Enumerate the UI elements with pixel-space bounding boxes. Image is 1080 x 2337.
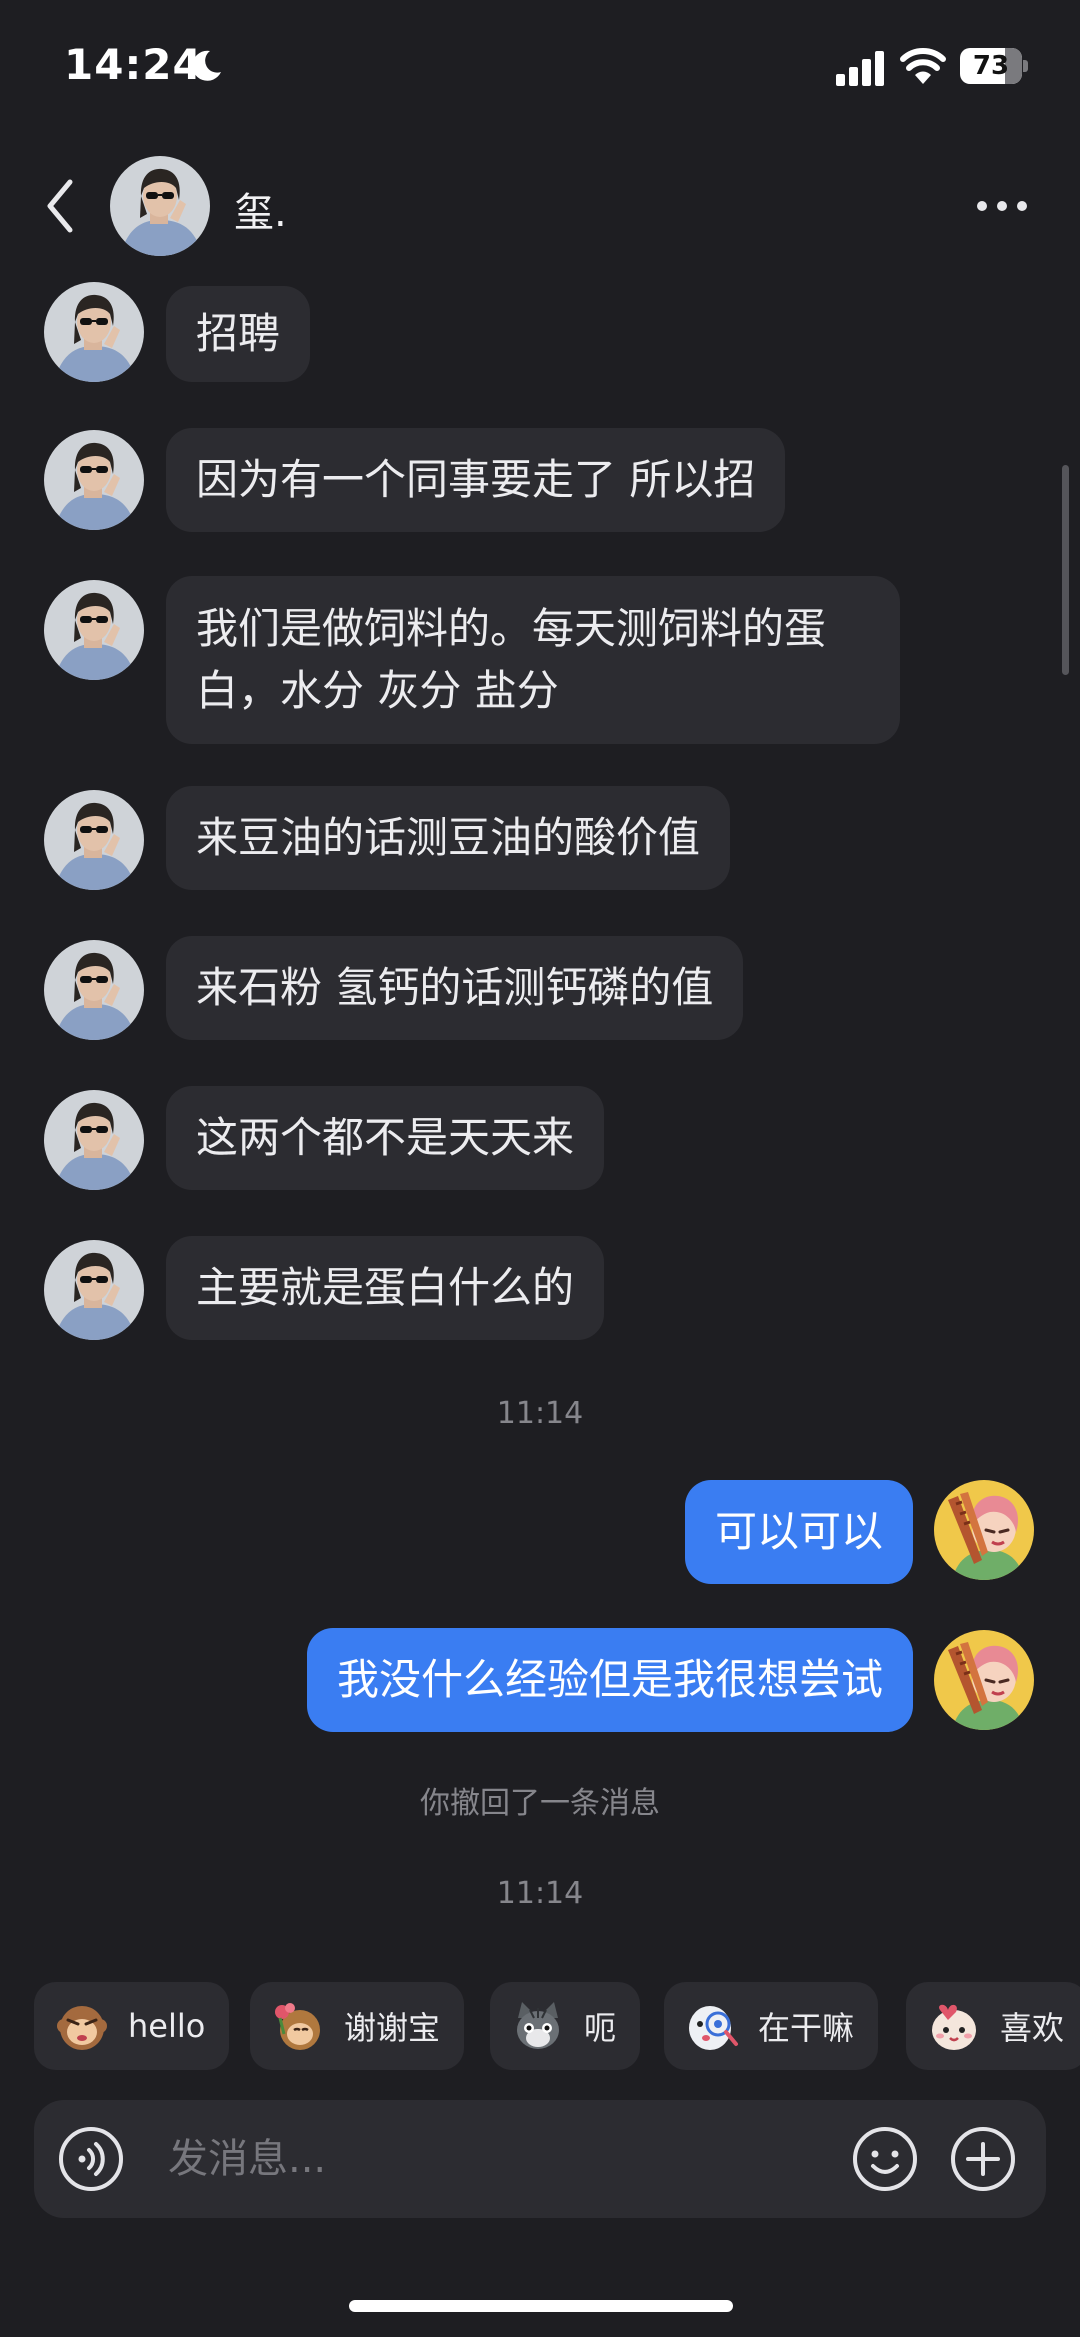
message-bubble-sent[interactable]: 我没什么经验但是我很想尝试	[306, 1628, 913, 1732]
status-bar: 14:24 73	[0, 0, 1080, 130]
quick-reply-label: 喜欢	[1000, 2009, 1065, 2047]
quick-reply-chip[interactable]: 喜欢	[906, 1982, 1080, 2070]
message-composer	[34, 2100, 1046, 2218]
quick-reply-label: 呃	[584, 2009, 617, 2047]
love-emoji-icon	[932, 2004, 976, 2050]
quick-reply-label: 谢谢宝	[344, 2009, 441, 2047]
recalled-message-note: 你撤回了一条消息	[420, 1786, 660, 1821]
message-bubble[interactable]: 来石粉 氢钙的话测钙磷的值	[166, 936, 744, 1040]
message-input[interactable]	[168, 2124, 848, 2194]
monkey-emoji-icon	[57, 2006, 107, 2050]
quick-reply-chip[interactable]: 谢谢宝	[250, 1982, 465, 2070]
thanks-emoji-icon	[275, 2003, 320, 2050]
back-icon[interactable]	[36, 176, 88, 236]
moon-icon	[192, 50, 221, 81]
cat-emoji-icon	[517, 2002, 559, 2049]
quick-reply-chip[interactable]: 呃	[490, 1982, 641, 2070]
quick-reply-label: hello	[128, 2007, 206, 2045]
status-time: 14:24	[64, 40, 203, 89]
quick-reply-label: 在干嘛	[758, 2009, 855, 2047]
contact-avatar[interactable]	[44, 790, 144, 890]
message-bubble-sent[interactable]: 可以可以	[684, 1480, 913, 1584]
self-avatar[interactable]	[934, 1630, 1034, 1730]
peek-emoji-icon	[689, 2006, 738, 2050]
message-bubble[interactable]: 招聘	[166, 286, 311, 382]
self-avatar[interactable]	[934, 1480, 1034, 1580]
contact-name: 玺.	[234, 190, 287, 236]
home-indicator[interactable]	[349, 2300, 733, 2312]
message-bubble[interactable]: 这两个都不是天天来	[166, 1086, 605, 1190]
more-options-icon[interactable]	[972, 186, 1032, 226]
contact-avatar[interactable]	[44, 1090, 144, 1190]
contact-avatar[interactable]	[44, 1240, 144, 1340]
contact-avatar[interactable]	[44, 430, 144, 530]
message-timestamp: 11:14	[496, 1396, 584, 1431]
message-bubble[interactable]: 主要就是蛋白什么的	[166, 1236, 605, 1340]
contact-avatar[interactable]	[44, 282, 144, 382]
quick-reply-chip[interactable]: 在干嘛	[664, 1982, 879, 2070]
add-attachment-icon[interactable]	[950, 2126, 1016, 2192]
message-bubble[interactable]: 来豆油的话测豆油的酸价值	[166, 786, 731, 890]
quick-reply-bar: hello 谢谢宝 呃 在干嘛 喜欢	[0, 1982, 1080, 2070]
scrollbar[interactable]	[1062, 465, 1069, 675]
emoji-picker-icon[interactable]	[852, 2126, 918, 2192]
chat-header: 玺.	[0, 140, 1080, 270]
battery-percent: 73	[972, 51, 1010, 81]
quick-reply-chip[interactable]: hello	[34, 1982, 230, 2070]
signal-icon	[836, 51, 884, 86]
contact-avatar[interactable]	[110, 156, 210, 256]
voice-input-icon[interactable]	[58, 2126, 124, 2192]
wifi-icon	[900, 48, 946, 84]
contact-avatar[interactable]	[44, 940, 144, 1040]
battery-indicator: 73	[960, 48, 1028, 84]
message-timestamp: 11:14	[496, 1876, 584, 1911]
message-bubble[interactable]: 我们是做饲料的。每天测饲料的蛋白，水分 灰分 盐分	[166, 576, 900, 744]
message-bubble[interactable]: 因为有一个同事要走了 所以招	[166, 428, 786, 532]
contact-avatar[interactable]	[44, 580, 144, 680]
